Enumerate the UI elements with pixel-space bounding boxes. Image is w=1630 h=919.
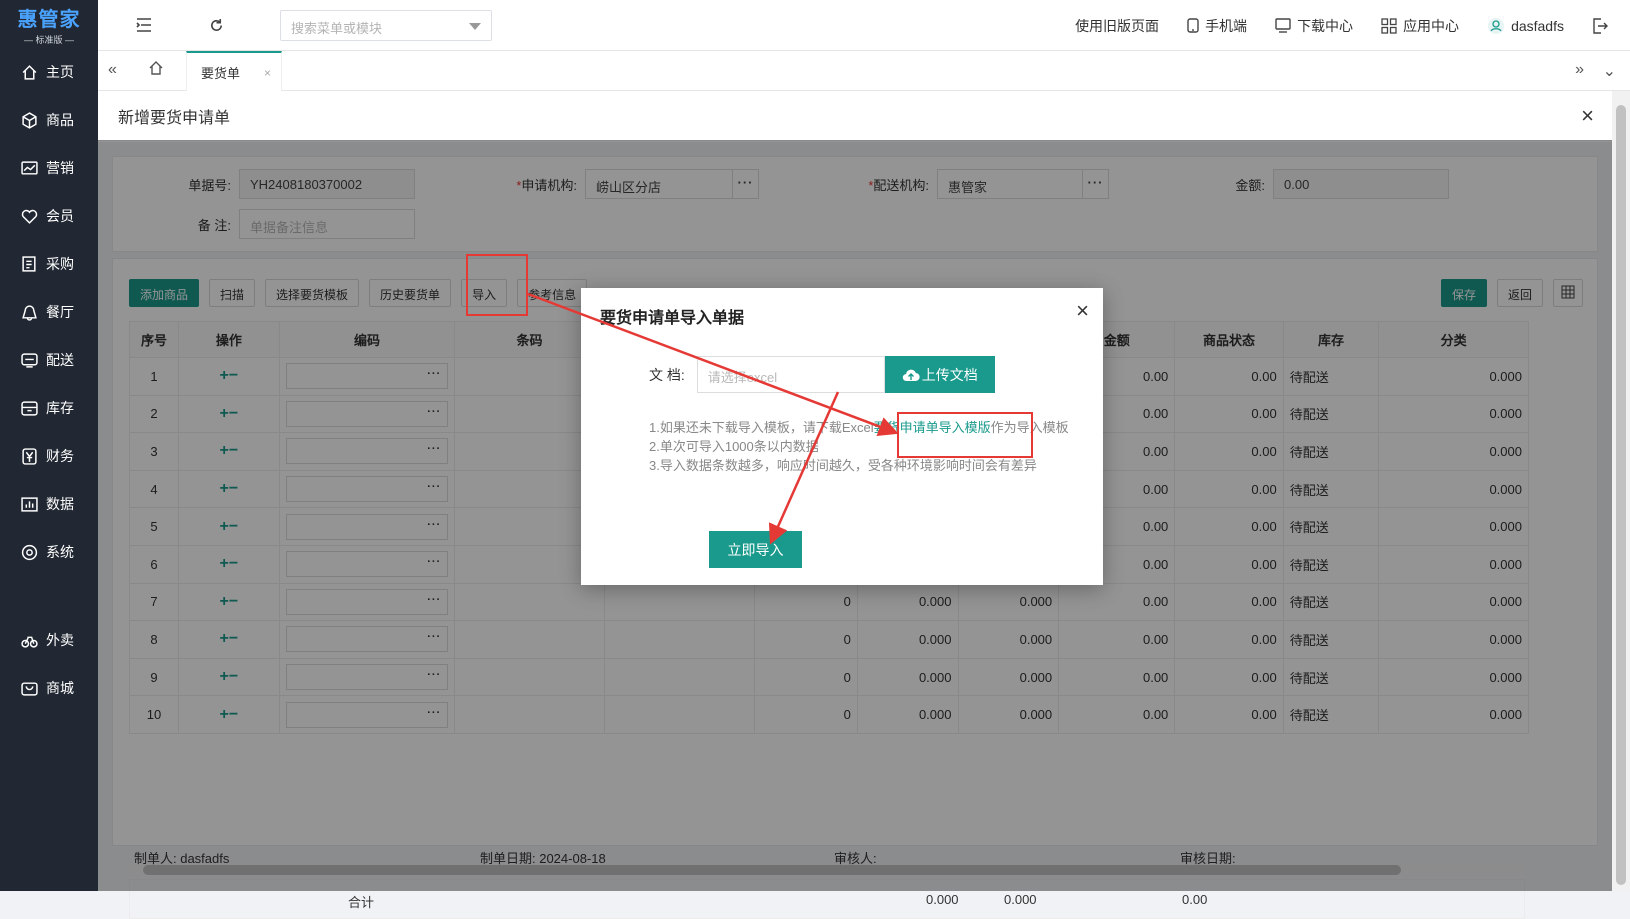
bell-icon bbox=[20, 303, 38, 321]
tab-order[interactable]: 要货单 × bbox=[186, 51, 282, 91]
mobile-label: 手机端 bbox=[1205, 17, 1248, 34]
sidebar-item-yen[interactable]: 财务 bbox=[0, 432, 98, 480]
doc-label: 文 档: bbox=[649, 366, 685, 383]
avatar-icon bbox=[1488, 17, 1505, 34]
phone-icon bbox=[1187, 18, 1199, 33]
home-icon bbox=[20, 63, 38, 81]
sidebar-item-label: 营销 bbox=[46, 160, 74, 176]
sum-label: 合计 bbox=[348, 895, 375, 910]
apps-label: 应用中心 bbox=[1403, 17, 1460, 34]
file-input[interactable]: 请选择excel bbox=[696, 356, 885, 393]
data-icon bbox=[20, 495, 38, 513]
mobile-link[interactable]: 手机端 bbox=[1187, 16, 1247, 36]
sidebar-item-label: 外卖 bbox=[46, 632, 74, 648]
logo[interactable]: 惠管家 — 标准版 — bbox=[0, 0, 98, 48]
vertical-scrollbar[interactable] bbox=[1612, 91, 1630, 891]
apps-icon bbox=[1381, 17, 1397, 34]
tip1-text: 1.如果还未下载导入模板，请下载Excel bbox=[649, 420, 874, 435]
box-icon bbox=[20, 111, 38, 129]
sidebar-item-label: 商品 bbox=[46, 112, 74, 128]
refresh-icon[interactable] bbox=[206, 15, 226, 35]
logo-title: 惠管家 bbox=[17, 8, 81, 31]
annotation-highlight bbox=[466, 254, 528, 316]
chart-icon bbox=[20, 159, 38, 177]
sidebar-item-storage[interactable]: 库存 bbox=[0, 384, 98, 432]
sum-a: 0.000 bbox=[926, 892, 959, 907]
download-icon bbox=[1275, 18, 1291, 33]
sidebar-item-label: 商城 bbox=[46, 680, 74, 696]
menu-toggle-icon[interactable] bbox=[134, 15, 154, 35]
sidebar-item-label: 数据 bbox=[46, 496, 74, 512]
tabs-scroll-right-icon[interactable]: » bbox=[1575, 61, 1584, 79]
settings-icon bbox=[20, 543, 38, 561]
menu-search-input[interactable]: 搜索菜单或模块 bbox=[280, 10, 492, 41]
sidebar-item-data[interactable]: 数据 bbox=[0, 480, 98, 528]
sidebar-item-chart[interactable]: 营销 bbox=[0, 144, 98, 192]
modal-title: 要货申请单导入单据 bbox=[600, 310, 745, 327]
sidebar-item-label: 配送 bbox=[46, 352, 74, 368]
chevron-down-icon[interactable]: ⌄ bbox=[1603, 61, 1616, 81]
annotation-highlight bbox=[897, 412, 1033, 458]
sidebar-item-box[interactable]: 商品 bbox=[0, 96, 98, 144]
sidebar: 惠管家 — 标准版 — 主页商品营销会员采购餐厅配送库存财务数据系统 外卖商城 bbox=[0, 0, 98, 891]
chevron-down-icon bbox=[469, 23, 481, 30]
sidebar-item-truck[interactable]: 配送 bbox=[0, 336, 98, 384]
sidebar-item-heart[interactable]: 会员 bbox=[0, 192, 98, 240]
sidebar-item-label: 系统 bbox=[46, 544, 74, 560]
home-tab-icon[interactable] bbox=[148, 60, 164, 81]
old-version-label: 使用旧版页面 bbox=[1075, 17, 1160, 34]
close-icon[interactable]: × bbox=[1581, 103, 1594, 129]
tab-label: 要货单 bbox=[201, 65, 241, 81]
page-title: 新增要货申请单 bbox=[98, 91, 1612, 141]
sidebar-item-label: 库存 bbox=[46, 400, 74, 416]
tip3-text: 3.导入数据条数越多，响应时间越久，受各种环境影响时间会有差异 bbox=[649, 458, 1037, 473]
shop-icon bbox=[20, 679, 38, 697]
username: dasfadfs bbox=[1511, 17, 1564, 34]
tabs-scroll-left-icon[interactable]: « bbox=[108, 61, 117, 79]
sidebar-item-label: 餐厅 bbox=[46, 304, 74, 320]
sidebar-item-label: 采购 bbox=[46, 256, 74, 272]
close-icon[interactable]: × bbox=[1076, 298, 1089, 324]
logout-icon bbox=[1593, 17, 1608, 34]
sidebar-item-label: 会员 bbox=[46, 208, 74, 224]
download-label: 下载中心 bbox=[1297, 17, 1354, 34]
close-icon[interactable]: × bbox=[264, 66, 271, 80]
heart-icon bbox=[20, 207, 38, 225]
sidebar-item-settings[interactable]: 系统 bbox=[0, 528, 98, 576]
sidebar-item-bike[interactable]: 外卖 bbox=[0, 616, 98, 664]
user-menu[interactable]: dasfadfs bbox=[1487, 17, 1564, 35]
sidebar-item-home[interactable]: 主页 bbox=[0, 48, 98, 96]
download-center-link[interactable]: 下载中心 bbox=[1275, 16, 1353, 36]
import-modal: 要货申请单导入单据 × 文 档: 请选择excel 上传文档 1.如果还未下载导… bbox=[581, 288, 1103, 585]
cart-icon bbox=[20, 255, 38, 273]
file-field: 文 档: 请选择excel 上传文档 bbox=[649, 356, 995, 393]
sum-b: 0.000 bbox=[1004, 892, 1037, 907]
sidebar-item-label: 财务 bbox=[46, 448, 74, 464]
sidebar-item-shop[interactable]: 商城 bbox=[0, 664, 98, 712]
app-center-link[interactable]: 应用中心 bbox=[1381, 16, 1459, 36]
yen-icon bbox=[20, 447, 38, 465]
top-right-actions: 使用旧版页面 手机端 下载中心 应用中心 dasfadfs bbox=[1047, 0, 1614, 51]
cloud-upload-icon bbox=[902, 369, 920, 381]
import-now-button[interactable]: 立即导入 bbox=[709, 531, 802, 568]
tabs-bar: « 要货单 × » ⌄ bbox=[98, 51, 1630, 91]
topbar: 搜索菜单或模块 使用旧版页面 手机端 下载中心 应用中心 dasfadfs bbox=[98, 0, 1630, 51]
sidebar-item-bell[interactable]: 餐厅 bbox=[0, 288, 98, 336]
sidebar-item-label: 主页 bbox=[46, 64, 74, 80]
logout-button[interactable] bbox=[1592, 17, 1614, 34]
sidebar-item-cart[interactable]: 采购 bbox=[0, 240, 98, 288]
old-version-link[interactable]: 使用旧版页面 bbox=[1075, 16, 1159, 36]
search-placeholder: 搜索菜单或模块 bbox=[291, 21, 383, 36]
bike-icon bbox=[20, 631, 38, 649]
scrollbar-thumb[interactable] bbox=[1616, 105, 1626, 885]
upload-button[interactable]: 上传文档 bbox=[884, 356, 995, 393]
truck-icon bbox=[20, 351, 38, 369]
upload-label: 上传文档 bbox=[921, 366, 978, 383]
logo-subtitle: — 标准版 — bbox=[23, 34, 74, 45]
sum-amount: 0.00 bbox=[1182, 892, 1208, 907]
storage-icon bbox=[20, 399, 38, 417]
